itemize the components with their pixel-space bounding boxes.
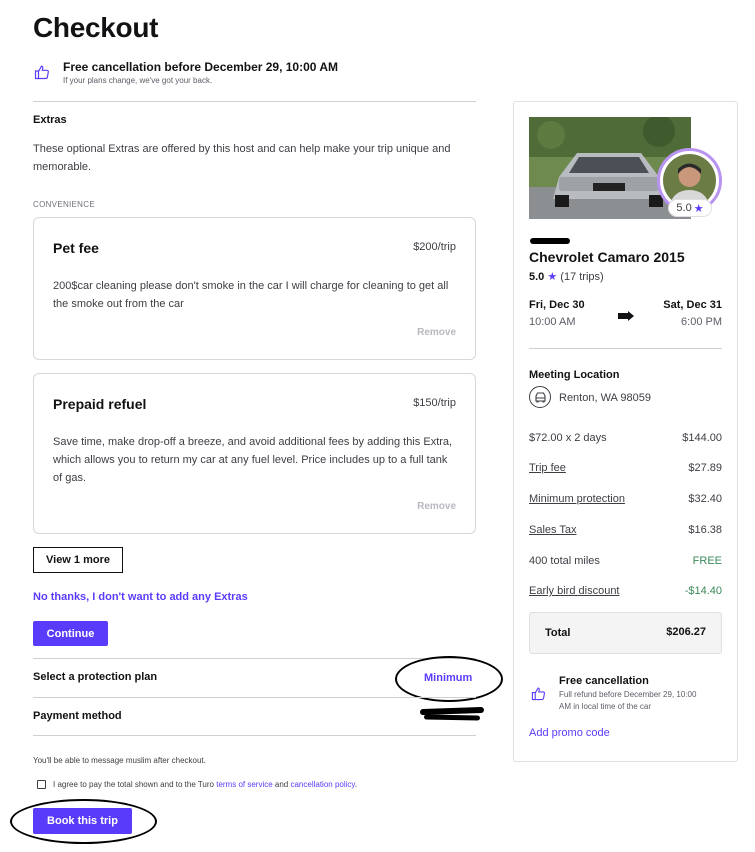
divider — [33, 101, 476, 102]
extra-description: Save time, make drop-off a breeze, and a… — [53, 436, 453, 484]
meeting-location-heading: Meeting Location — [529, 369, 620, 381]
host-rating-value: 5.0 — [676, 202, 692, 214]
view-more-button[interactable]: View 1 more — [33, 547, 123, 573]
price-row-value: $27.89 — [688, 462, 722, 474]
start-time: 10:00 AM — [529, 316, 576, 328]
minimum-protection-link[interactable]: Minimum protection — [529, 493, 625, 505]
payment-method-label: Payment method — [33, 710, 122, 722]
extras-heading: Extras — [33, 114, 67, 126]
trip-fee-link[interactable]: Trip fee — [529, 462, 566, 474]
total-value: $206.27 — [666, 626, 706, 638]
divider — [33, 658, 476, 659]
divider — [529, 348, 722, 349]
extra-name: Prepaid refuel — [53, 396, 147, 412]
arrow-right-icon — [618, 311, 634, 321]
extras-category: CONVENIENCE — [33, 200, 95, 209]
agreement-text: I agree to pay the total shown and to th… — [53, 780, 357, 789]
price-row-label: $72.00 x 2 days — [529, 432, 607, 444]
protection-plan-value[interactable]: Minimum — [424, 672, 472, 684]
price-row-value: $16.38 — [688, 524, 722, 536]
remove-extra-button[interactable]: Remove — [417, 501, 456, 512]
divider — [33, 735, 476, 736]
cancellation-policy-link[interactable]: cancellation policy — [290, 780, 354, 789]
car-rating: 5.0 ★ (17 trips) — [529, 270, 604, 283]
start-day: Fri, Dec 30 — [529, 299, 585, 311]
car-name: Chevrolet Camaro 2015 — [529, 249, 685, 265]
early-bird-discount-link[interactable]: Early bird discount — [529, 585, 620, 597]
price-row-value: $144.00 — [682, 432, 722, 444]
decline-extras-link[interactable]: No thanks, I don't want to add any Extra… — [33, 591, 248, 603]
free-cancellation-subtitle: If your plans change, we've got your bac… — [63, 76, 213, 85]
free-cancellation-heading: Free cancellation — [559, 675, 649, 687]
sales-tax-link[interactable]: Sales Tax — [529, 524, 577, 536]
star-icon: ★ — [547, 271, 558, 283]
free-cancellation-title: Free cancellation before December 29, 10… — [63, 60, 339, 74]
thumbs-up-icon — [531, 687, 546, 701]
redaction-scribble — [530, 238, 570, 244]
page-title: Checkout — [33, 12, 159, 43]
star-icon: ★ — [693, 202, 704, 215]
agreement-text-middle: and — [272, 780, 291, 789]
end-time: 6:00 PM — [681, 316, 722, 328]
agreement-text-after: . — [354, 780, 358, 789]
redaction-scribble — [423, 714, 481, 721]
continue-button[interactable]: Continue — [33, 621, 108, 646]
extra-price: $150/trip — [413, 397, 456, 409]
price-row-value: $32.40 — [688, 493, 722, 505]
extras-description: These optional Extras are offered by thi… — [33, 143, 451, 173]
price-row-value: FREE — [692, 555, 722, 567]
price-row-value: -$14.40 — [684, 585, 722, 597]
agreement-text-before: I agree to pay the total shown and to th… — [53, 780, 217, 789]
agreement-checkbox[interactable] — [37, 780, 46, 789]
price-row-label: 400 total miles — [529, 555, 600, 567]
thumbs-up-icon — [34, 65, 49, 80]
car-rating-value: 5.0 — [529, 271, 545, 283]
book-trip-button[interactable]: Book this trip — [33, 808, 132, 834]
message-note: You'll be able to message muslim after c… — [33, 756, 206, 765]
extra-price: $200/trip — [413, 241, 456, 253]
host-rating-badge: 5.0 ★ — [668, 199, 712, 217]
extra-card-prepaid-refuel: Prepaid refuel $150/trip Save time, make… — [33, 373, 476, 534]
extra-name: Pet fee — [53, 240, 99, 256]
car-icon — [529, 386, 551, 408]
protection-plan-label: Select a protection plan — [33, 671, 158, 683]
add-promo-code-link[interactable]: Add promo code — [529, 727, 610, 739]
end-day: Sat, Dec 31 — [663, 299, 722, 311]
terms-of-service-link[interactable]: terms of service — [216, 780, 272, 789]
extra-description: 200$car cleaning please don't smoke in t… — [53, 280, 449, 310]
remove-extra-button[interactable]: Remove — [417, 327, 456, 338]
extra-card-pet-fee: Pet fee $200/trip 200$car cleaning pleas… — [33, 217, 476, 360]
trip-summary-sidebar: 5.0 ★ Chevrolet Camaro 2015 5.0 ★ (17 tr… — [513, 101, 738, 762]
free-cancellation-details: Full refund before December 29, 10:00 AM… — [559, 690, 697, 711]
divider — [33, 697, 476, 698]
trip-count: (17 trips) — [560, 271, 604, 283]
total-label: Total — [545, 627, 571, 639]
total-box: Total $206.27 — [529, 612, 722, 654]
meeting-location: Renton, WA 98059 — [559, 392, 651, 404]
